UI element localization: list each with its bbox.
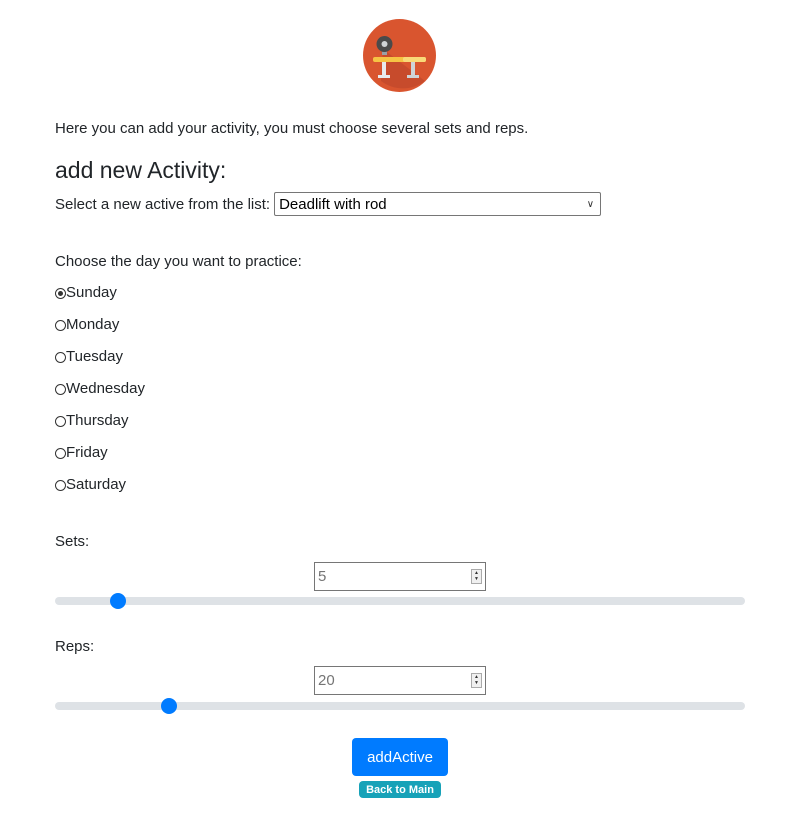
day-option-saturday[interactable]: Saturday — [55, 476, 145, 508]
day-label: Friday — [66, 444, 108, 461]
sets-slider-thumb[interactable] — [109, 593, 126, 609]
sets-label: Sets: — [55, 533, 90, 550]
sets-number-input[interactable]: 5 ▲ ▼ — [314, 562, 486, 591]
sets-slider[interactable] — [55, 593, 745, 609]
day-label: Thursday — [66, 412, 129, 429]
day-option-sunday[interactable]: Sunday — [55, 284, 145, 316]
day-label: Monday — [66, 316, 120, 333]
app-logo — [363, 19, 436, 92]
add-active-button[interactable]: addActive — [352, 738, 448, 776]
activity-select-row: Select a new active from the list: Deadl… — [55, 192, 602, 216]
spinner-icon[interactable]: ▲ ▼ — [471, 673, 482, 688]
reps-number-input[interactable]: 20 ▲ ▼ — [314, 666, 486, 695]
day-radio-group: Sunday Monday Tuesday Wednesday Thursday… — [55, 284, 145, 508]
radio-button[interactable] — [55, 416, 66, 427]
spinner-icon[interactable]: ▲ ▼ — [471, 569, 482, 584]
activity-select-label: Select a new active from the list: — [55, 195, 271, 213]
reps-slider[interactable] — [55, 698, 745, 714]
day-option-friday[interactable]: Friday — [55, 444, 145, 476]
activity-select[interactable]: Deadlift with rod ∨ — [274, 192, 602, 216]
page-title: add new Activity: — [55, 157, 227, 183]
activity-select-value: Deadlift with rod — [279, 195, 387, 213]
radio-button[interactable] — [55, 288, 66, 299]
day-prompt: Choose the day you want to practice: — [55, 253, 302, 270]
reps-label: Reps: — [55, 638, 95, 655]
radio-button[interactable] — [55, 480, 66, 491]
day-label: Sunday — [66, 284, 117, 301]
day-option-tuesday[interactable]: Tuesday — [55, 348, 145, 380]
radio-button[interactable] — [55, 320, 66, 331]
radio-button[interactable] — [55, 352, 66, 363]
reps-slider-thumb[interactable] — [160, 698, 177, 714]
chevron-down-icon: ∨ — [586, 198, 595, 210]
day-option-monday[interactable]: Monday — [55, 316, 145, 348]
day-label: Tuesday — [66, 348, 123, 365]
day-option-thursday[interactable]: Thursday — [55, 412, 145, 444]
reps-value: 20 — [318, 672, 335, 689]
day-label: Saturday — [66, 476, 127, 493]
sets-value: 5 — [318, 568, 327, 585]
radio-button[interactable] — [55, 384, 66, 395]
back-to-main-link[interactable]: Back to Main — [359, 781, 441, 798]
workout-bench-icon — [363, 19, 436, 92]
day-option-wednesday[interactable]: Wednesday — [55, 380, 145, 412]
radio-button[interactable] — [55, 448, 66, 459]
intro-text: Here you can add your activity, you must… — [55, 120, 529, 137]
day-label: Wednesday — [66, 380, 145, 397]
